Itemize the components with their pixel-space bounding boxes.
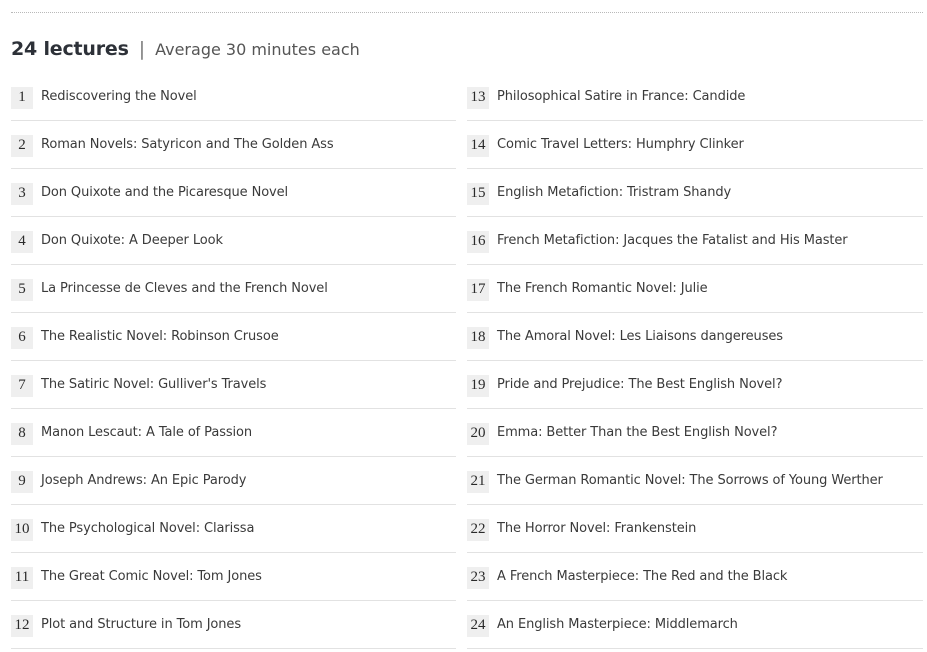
lecture-item[interactable]: 16 French Metafiction: Jacques the Fatali… [467, 217, 923, 265]
lecture-number: 10 [11, 518, 33, 541]
lectures-header: 24 lectures | Average 30 minutes each [11, 34, 360, 64]
lecture-item[interactable]: 2 Roman Novels: Satyricon and The Golden … [11, 121, 456, 169]
lecture-number: 18 [467, 326, 489, 349]
lecture-number: 17 [467, 278, 489, 301]
lecture-item[interactable]: 1 Rediscovering the Novel [11, 73, 456, 121]
lecture-item[interactable]: 21 The German Romantic Novel: The Sorrows… [467, 457, 923, 505]
lecture-item[interactable]: 11 The Great Comic Novel: Tom Jones [11, 553, 456, 601]
lecture-title: The Realistic Novel: Robinson Crusoe [41, 329, 279, 344]
lecture-title: Comic Travel Letters: Humphry Clinker [497, 137, 744, 152]
lecture-number: 20 [467, 422, 489, 445]
lecture-item[interactable]: 7 The Satiric Novel: Gulliver's Travels [11, 361, 456, 409]
lecture-number: 11 [11, 566, 33, 589]
lecture-title: Emma: Better Than the Best English Novel… [497, 425, 778, 440]
lecture-title: Joseph Andrews: An Epic Parody [41, 473, 247, 488]
lecture-title: La Princesse de Cleves and the French No… [41, 281, 328, 296]
lecture-number: 8 [11, 422, 33, 445]
header-separator: | [138, 38, 146, 60]
lecture-item[interactable]: 22 The Horror Novel: Frankenstein [467, 505, 923, 553]
lecture-number: 9 [11, 470, 33, 493]
lecture-list-left: 1 Rediscovering the Novel 2 Roman Novels: … [11, 73, 456, 649]
lecture-item[interactable]: 20 Emma: Better Than the Best English Nov… [467, 409, 923, 457]
lecture-title: Rediscovering the Novel [41, 89, 197, 104]
lecture-title: Plot and Structure in Tom Jones [41, 617, 241, 632]
lecture-item[interactable]: 13 Philosophical Satire in France: Candid… [467, 73, 923, 121]
lecture-title: An English Masterpiece: Middlemarch [497, 617, 738, 632]
top-divider [11, 12, 923, 13]
lecture-item[interactable]: 18 The Amoral Novel: Les Liaisons dangere… [467, 313, 923, 361]
lecture-title: The Amoral Novel: Les Liaisons dangereus… [497, 329, 783, 344]
lecture-item[interactable]: 3 Don Quixote and the Picaresque Novel [11, 169, 456, 217]
lecture-number: 15 [467, 182, 489, 205]
lecture-number: 3 [11, 182, 33, 205]
lecture-title: French Metafiction: Jacques the Fatalist… [497, 233, 848, 248]
lecture-number: 7 [11, 374, 33, 397]
lecture-number: 14 [467, 134, 489, 157]
lecture-title: The German Romantic Novel: The Sorrows o… [497, 473, 883, 488]
lecture-title: The Psychological Novel: Clarissa [41, 521, 255, 536]
lecture-item[interactable]: 23 A French Masterpiece: The Red and the … [467, 553, 923, 601]
lecture-item[interactable]: 4 Don Quixote: A Deeper Look [11, 217, 456, 265]
lecture-title: Pride and Prejudice: The Best English No… [497, 377, 783, 392]
lecture-number: 19 [467, 374, 489, 397]
lecture-number: 21 [467, 470, 489, 493]
lecture-title: The Horror Novel: Frankenstein [497, 521, 697, 536]
lecture-item[interactable]: 5 La Princesse de Cleves and the French N… [11, 265, 456, 313]
lecture-count: 24 lectures [11, 38, 129, 60]
lecture-item[interactable]: 12 Plot and Structure in Tom Jones [11, 601, 456, 649]
lecture-item[interactable]: 17 The French Romantic Novel: Julie [467, 265, 923, 313]
lecture-title: The French Romantic Novel: Julie [497, 281, 708, 296]
lecture-number: 5 [11, 278, 33, 301]
lecture-number: 6 [11, 326, 33, 349]
lecture-item[interactable]: 9 Joseph Andrews: An Epic Parody [11, 457, 456, 505]
lecture-title: Don Quixote and the Picaresque Novel [41, 185, 289, 200]
lecture-number: 12 [11, 614, 33, 637]
lecture-title: Don Quixote: A Deeper Look [41, 233, 223, 248]
lecture-number: 22 [467, 518, 489, 541]
lecture-list-right: 13 Philosophical Satire in France: Candid… [467, 73, 923, 649]
lecture-number: 13 [467, 86, 489, 109]
lecture-item[interactable]: 15 English Metafiction: Tristram Shandy [467, 169, 923, 217]
lecture-title: English Metafiction: Tristram Shandy [497, 185, 732, 200]
lecture-item[interactable]: 8 Manon Lescaut: A Tale of Passion [11, 409, 456, 457]
lecture-number: 23 [467, 566, 489, 589]
lecture-title: Manon Lescaut: A Tale of Passion [41, 425, 253, 440]
lecture-item[interactable]: 6 The Realistic Novel: Robinson Crusoe [11, 313, 456, 361]
lecture-number: 1 [11, 86, 33, 109]
lecture-number: 24 [467, 614, 489, 637]
lecture-item[interactable]: 10 The Psychological Novel: Clarissa [11, 505, 456, 553]
lecture-item[interactable]: 24 An English Masterpiece: Middlemarch [467, 601, 923, 649]
lecture-number: 2 [11, 134, 33, 157]
lecture-title: A French Masterpiece: The Red and the Bl… [497, 569, 788, 584]
lecture-title: Philosophical Satire in France: Candide [497, 89, 746, 104]
lecture-duration-note: Average 30 minutes each [155, 39, 360, 59]
lecture-title: The Great Comic Novel: Tom Jones [41, 569, 262, 584]
lecture-item[interactable]: 19 Pride and Prejudice: The Best English … [467, 361, 923, 409]
lecture-item[interactable]: 14 Comic Travel Letters: Humphry Clinker [467, 121, 923, 169]
lecture-number: 16 [467, 230, 489, 253]
lecture-number: 4 [11, 230, 33, 253]
lecture-title: Roman Novels: Satyricon and The Golden A… [41, 137, 334, 152]
lecture-title: The Satiric Novel: Gulliver's Travels [41, 377, 267, 392]
